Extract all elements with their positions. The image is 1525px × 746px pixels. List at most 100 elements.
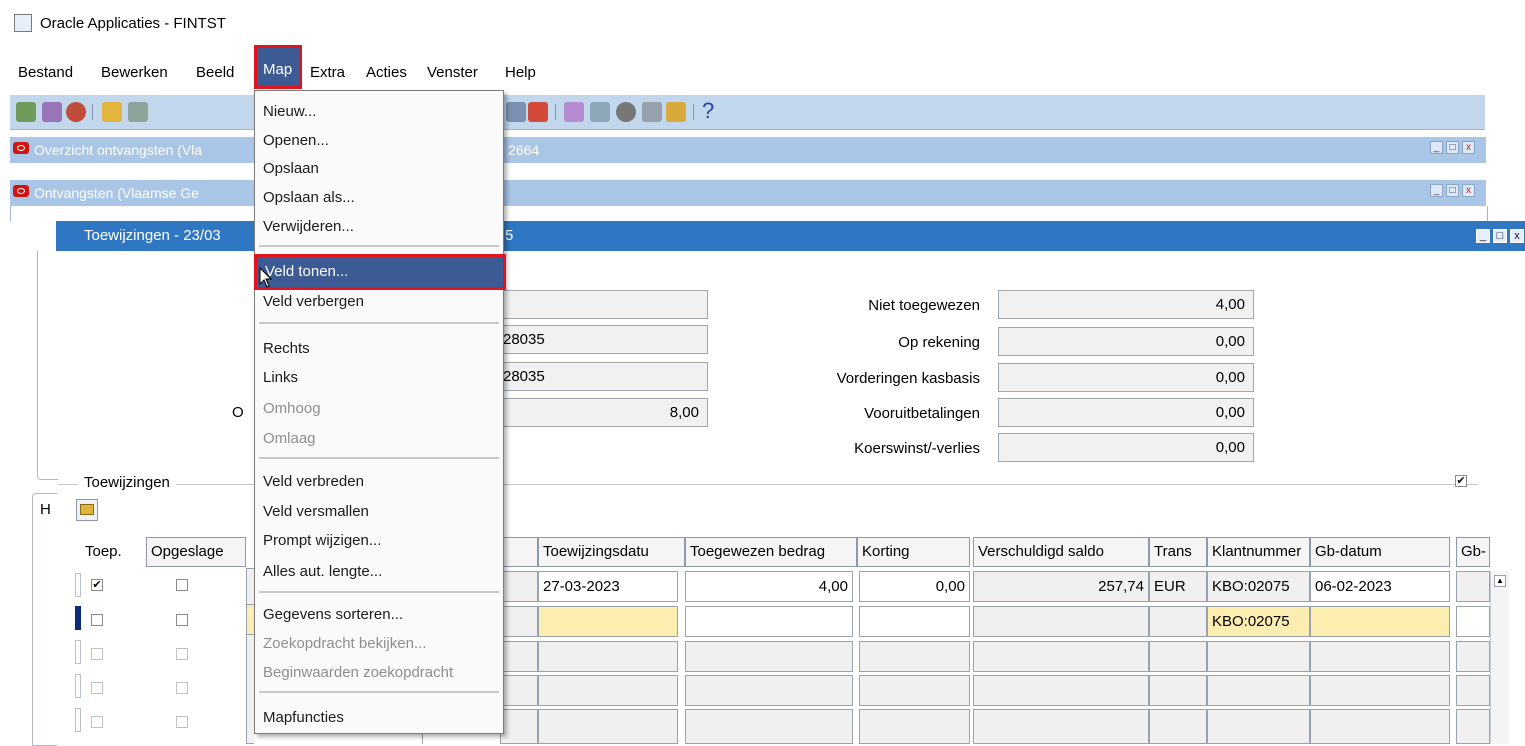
delete-record-icon[interactable] bbox=[528, 102, 548, 122]
table-cell[interactable] bbox=[1207, 675, 1310, 706]
row-opgeslagen-checkbox[interactable] bbox=[176, 716, 188, 728]
col-header-opgeslagen[interactable]: Opgeslage bbox=[146, 537, 246, 567]
menu-item-prompt-wijzigen[interactable]: Prompt wijzigen... bbox=[255, 527, 503, 555]
new-record-icon[interactable] bbox=[16, 102, 36, 122]
menu-item-alles-aut-lengte[interactable]: Alles aut. lengte... bbox=[255, 558, 503, 586]
table-cell[interactable] bbox=[538, 641, 678, 672]
col-header-gb2[interactable]: Gb- bbox=[1456, 537, 1490, 567]
minimize-icon[interactable]: _ bbox=[1430, 184, 1443, 197]
table-cell[interactable] bbox=[1149, 709, 1207, 744]
row1-toewijzingsdatum[interactable]: 27-03-2023 bbox=[538, 571, 678, 602]
table-cell[interactable] bbox=[500, 675, 538, 706]
table-cell[interactable] bbox=[973, 675, 1149, 706]
table-cell[interactable] bbox=[1456, 571, 1490, 602]
menu-item-veld-versmallen[interactable]: Veld versmallen bbox=[255, 498, 503, 526]
row-opgeslagen-checkbox[interactable] bbox=[176, 648, 188, 660]
col-header-verschuldigd-saldo[interactable]: Verschuldigd saldo bbox=[973, 537, 1149, 567]
table-cell[interactable] bbox=[1456, 641, 1490, 672]
table-cell[interactable] bbox=[1310, 709, 1450, 744]
row1-trans[interactable]: EUR bbox=[1149, 571, 1207, 602]
row-toep-checkbox[interactable] bbox=[91, 648, 103, 660]
open-folder-button[interactable] bbox=[76, 499, 98, 521]
row2-opgeslagen-checkbox[interactable] bbox=[176, 614, 188, 626]
attachments-edit-icon[interactable] bbox=[564, 102, 584, 122]
table-cell[interactable] bbox=[500, 606, 538, 637]
col-header-toewijzingsdatum[interactable]: Toewijzingsdatu bbox=[538, 537, 685, 567]
window-overzicht-ontvangsten[interactable]: Overzicht ontvangsten (Vla 2664 _ □ x bbox=[10, 137, 1486, 163]
row1-toep-checkbox[interactable]: ✔ bbox=[91, 579, 103, 591]
menu-map[interactable]: Map bbox=[254, 45, 302, 89]
menu-acties[interactable]: Acties bbox=[366, 64, 407, 81]
table-cell[interactable] bbox=[1310, 675, 1450, 706]
row2-trans[interactable] bbox=[1149, 606, 1207, 637]
table-cell[interactable] bbox=[1207, 709, 1310, 744]
section-checkbox[interactable]: ✔ bbox=[1455, 475, 1467, 487]
table-cell[interactable] bbox=[1149, 675, 1207, 706]
table-cell[interactable] bbox=[685, 709, 853, 744]
row2-toep-checkbox[interactable] bbox=[91, 614, 103, 626]
table-cell[interactable] bbox=[1149, 641, 1207, 672]
menu-item-openen[interactable]: Openen... bbox=[255, 127, 503, 155]
vertical-scrollbar[interactable]: ▲ bbox=[1490, 571, 1509, 744]
table-cell[interactable] bbox=[1207, 641, 1310, 672]
row2-toewijzingsdatum[interactable] bbox=[538, 606, 678, 637]
help-icon[interactable]: ? bbox=[702, 98, 714, 124]
menu-item-veld-verbreden[interactable]: Veld verbreden bbox=[255, 468, 503, 496]
row-toep-checkbox[interactable] bbox=[91, 682, 103, 694]
table-cell[interactable] bbox=[1456, 709, 1490, 744]
row1-toegewezen-bedrag[interactable]: 4,00 bbox=[685, 571, 853, 602]
menu-beeld[interactable]: Beeld bbox=[196, 64, 234, 81]
row-opgeslagen-checkbox[interactable] bbox=[176, 682, 188, 694]
table-cell[interactable] bbox=[859, 709, 970, 744]
table-cell[interactable] bbox=[973, 709, 1149, 744]
window-ontvangsten[interactable]: Ontvangsten (Vlaamse Ge _ □ x bbox=[10, 180, 1486, 206]
col-header-korting[interactable]: Korting bbox=[857, 537, 970, 567]
open-folder-icon[interactable] bbox=[102, 102, 122, 122]
close-icon[interactable]: x bbox=[1462, 184, 1475, 197]
table-cell[interactable] bbox=[500, 641, 538, 672]
row-marker[interactable] bbox=[75, 573, 81, 597]
maximize-icon[interactable]: □ bbox=[1493, 229, 1507, 243]
menu-item-gegevens-sorteren[interactable]: Gegevens sorteren... bbox=[255, 601, 503, 629]
flexfield-icon[interactable] bbox=[666, 102, 686, 122]
menu-item-mapfuncties[interactable]: Mapfuncties bbox=[255, 704, 503, 732]
menu-extra[interactable]: Extra bbox=[310, 64, 345, 81]
row2-korting[interactable] bbox=[859, 606, 970, 637]
col-header-klantnummer[interactable]: Klantnummer bbox=[1207, 537, 1310, 567]
table-cell[interactable] bbox=[859, 641, 970, 672]
table-cell[interactable] bbox=[973, 641, 1149, 672]
row2-verschuldigd-saldo[interactable] bbox=[973, 606, 1149, 637]
table-cell[interactable] bbox=[685, 675, 853, 706]
menu-bewerken[interactable]: Bewerken bbox=[101, 64, 168, 81]
row-marker-current[interactable] bbox=[75, 606, 81, 630]
menu-item-verwijderen[interactable]: Verwijderen... bbox=[255, 213, 503, 241]
menu-item-links[interactable]: Links bbox=[255, 364, 503, 392]
table-cell[interactable] bbox=[538, 709, 678, 744]
row-toep-checkbox[interactable] bbox=[91, 716, 103, 728]
menu-item-opslaan[interactable]: Opslaan bbox=[255, 155, 503, 183]
col-header-trans[interactable]: Trans bbox=[1149, 537, 1207, 567]
row1-klantnummer[interactable]: KBO:02075 bbox=[1207, 571, 1310, 602]
row-marker[interactable] bbox=[75, 708, 81, 732]
col-header-toegewezen-bedrag[interactable]: Toegewezen bedrag bbox=[685, 537, 857, 567]
row1-opgeslagen-checkbox[interactable] bbox=[176, 579, 188, 591]
navigator-icon[interactable] bbox=[66, 102, 86, 122]
find-icon[interactable] bbox=[42, 102, 62, 122]
table-cell[interactable] bbox=[538, 675, 678, 706]
menu-bestand[interactable]: Bestand bbox=[18, 64, 73, 81]
table-cell[interactable] bbox=[1456, 675, 1490, 706]
menu-item-nieuw[interactable]: Nieuw... bbox=[255, 98, 503, 126]
menu-venster[interactable]: Venster bbox=[427, 64, 478, 81]
table-cell[interactable] bbox=[859, 675, 970, 706]
translation-icon[interactable] bbox=[616, 102, 636, 122]
row2-klantnummer[interactable]: KBO:02075 bbox=[1207, 606, 1310, 637]
menu-item-opslaan-als[interactable]: Opslaan als... bbox=[255, 184, 503, 212]
paperclip-icon[interactable] bbox=[642, 102, 662, 122]
col-header-hidden[interactable] bbox=[500, 537, 538, 567]
menu-item-rechts[interactable]: Rechts bbox=[255, 335, 503, 363]
minimize-icon[interactable]: _ bbox=[1476, 229, 1490, 243]
tab-h[interactable]: H bbox=[32, 493, 57, 746]
maximize-icon[interactable]: □ bbox=[1446, 184, 1459, 197]
close-icon[interactable]: x bbox=[1462, 141, 1475, 154]
menu-item-veld-tonen[interactable]: Veld tonen... bbox=[254, 254, 506, 290]
